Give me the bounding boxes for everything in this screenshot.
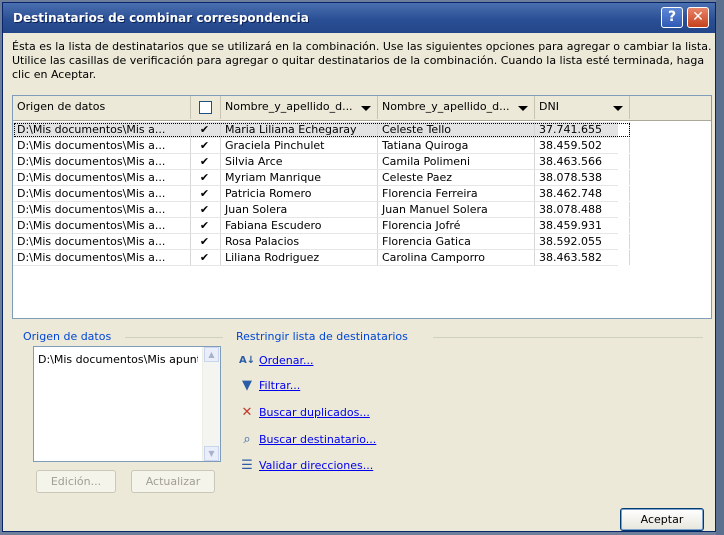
help-button[interactable]: ? <box>661 7 683 28</box>
row-checkbox[interactable]: ✔ <box>199 220 210 231</box>
cell-nombre-1: Juan Solera <box>221 202 378 217</box>
cell-nombre-1: Graciela Pinchulet <box>221 138 378 153</box>
cell-dni: 38.078.538 <box>535 170 630 185</box>
cell-nombre-2: Florencia Jofré <box>378 218 535 233</box>
edit-button[interactable]: Edición... <box>36 470 116 493</box>
sort-az-icon: A↓ <box>239 355 256 366</box>
ok-button[interactable]: Aceptar <box>620 508 704 531</box>
cell-origen: D:\Mis documentos\Mis a... <box>13 138 191 153</box>
dialog-window: Destinatarios de combinar correspondenci… <box>2 2 716 532</box>
row-checkbox[interactable]: ✔ <box>199 156 210 167</box>
filter-link[interactable]: Filtrar... <box>259 379 300 392</box>
table-row[interactable]: D:\Mis documentos\Mis a... Maria Liliana … <box>13 122 630 138</box>
cell-nombre-1: Fabiana Escudero <box>221 218 378 233</box>
cell-nombre-2: Juan Manuel Solera <box>378 202 535 217</box>
cell-nombre-1: Liliana Rodriguez <box>221 250 378 265</box>
close-button[interactable]: ✕ <box>687 7 709 28</box>
cell-dni: 38.459.931 <box>535 218 630 233</box>
row-checkbox[interactable]: ✔ <box>199 140 210 151</box>
table-row[interactable]: D:\Mis documentos\Mis a... Fabiana Escude… <box>13 218 630 234</box>
row-checkbox[interactable]: ✔ <box>199 172 210 183</box>
cell-nombre-2: Florencia Gatica <box>378 234 535 249</box>
origen-section-divider <box>125 337 223 338</box>
column-header-dni[interactable]: DNI <box>535 96 630 119</box>
table-row[interactable]: D:\Mis documentos\Mis a... Patricia Romer… <box>13 186 630 202</box>
cell-nombre-2: Celeste Tello <box>378 122 535 137</box>
instructions-text: Ésta es la lista de destinatarios que se… <box>12 40 712 81</box>
table-row[interactable]: D:\Mis documentos\Mis a... Myriam Manriqu… <box>13 170 630 186</box>
table-header: Origen de datos Nombre_y_apellido_d... N… <box>13 96 711 121</box>
data-source-item[interactable]: D:\Mis documentos\Mis apunte <box>38 353 198 366</box>
cell-origen: D:\Mis documentos\Mis a... <box>13 218 191 233</box>
sort-link[interactable]: Ordenar... <box>259 354 313 367</box>
row-checkbox[interactable]: ✔ <box>199 236 210 247</box>
validate-addresses-icon: ☰ <box>241 458 253 473</box>
cell-dni: 38.078.488 <box>535 202 630 217</box>
cell-nombre-1: Silvia Arce <box>221 154 378 169</box>
column-header-nombre-1[interactable]: Nombre_y_apellido_d... <box>221 96 378 119</box>
title-bar[interactable]: Destinatarios de combinar correspondenci… <box>3 3 715 33</box>
row-checkbox[interactable]: ✔ <box>199 188 210 199</box>
table-row[interactable]: D:\Mis documentos\Mis a... Graciela Pinch… <box>13 138 630 154</box>
column-header-check[interactable] <box>191 96 221 119</box>
cell-dni: 38.463.582 <box>535 250 630 265</box>
cell-origen: D:\Mis documentos\Mis a... <box>13 202 191 217</box>
cell-nombre-1: Rosa Palacios <box>221 234 378 249</box>
find-recipient-icon: ⌕ <box>243 432 251 447</box>
cell-origen: D:\Mis documentos\Mis a... <box>13 170 191 185</box>
cell-origen: D:\Mis documentos\Mis a... <box>13 154 191 169</box>
table-row[interactable]: D:\Mis documentos\Mis a... Juan Solera Jua… <box>13 202 630 218</box>
cell-origen: D:\Mis documentos\Mis a... <box>13 234 191 249</box>
column-header-origen[interactable]: Origen de datos <box>13 96 191 119</box>
find-recipient-link[interactable]: Buscar destinatario... <box>259 433 376 446</box>
cell-dni: 38.592.055 <box>535 234 630 249</box>
row-checkbox[interactable]: ✔ <box>199 124 210 135</box>
row-checkbox[interactable]: ✔ <box>199 204 210 215</box>
validate-addresses-link[interactable]: Validar direcciones... <box>259 459 373 472</box>
recipients-table[interactable]: Origen de datos Nombre_y_apellido_d... N… <box>12 95 712 319</box>
scroll-up-icon[interactable]: ▲ <box>204 347 219 362</box>
dropdown-arrow-icon[interactable] <box>613 106 623 111</box>
find-duplicates-link[interactable]: Buscar duplicados... <box>259 406 370 419</box>
dialog-title: Destinatarios de combinar correspondenci… <box>13 11 309 25</box>
cell-nombre-2: Florencia Ferreira <box>378 186 535 201</box>
cell-origen: D:\Mis documentos\Mis a... <box>13 186 191 201</box>
scroll-down-icon[interactable]: ▼ <box>204 446 219 461</box>
cell-origen: D:\Mis documentos\Mis a... <box>13 122 191 137</box>
cell-dni: 38.463.566 <box>535 154 630 169</box>
cell-nombre-1: Maria Liliana Echegaray <box>221 122 378 137</box>
cell-nombre-2: Camila Polimeni <box>378 154 535 169</box>
table-row[interactable]: D:\Mis documentos\Mis a... Rosa Palacios F… <box>13 234 630 250</box>
cell-dni: 37.741.655 <box>535 122 630 137</box>
table-row[interactable]: D:\Mis documentos\Mis a... Liliana Rodrig… <box>13 250 630 266</box>
data-source-list[interactable]: D:\Mis documentos\Mis apunte ▲ ▼ <box>33 346 221 462</box>
refresh-button[interactable]: Actualizar <box>131 470 215 493</box>
restrict-section-divider <box>433 337 703 338</box>
cell-dni: 38.462.748 <box>535 186 630 201</box>
table-row[interactable]: D:\Mis documentos\Mis a... Silvia Arce Cam… <box>13 154 630 170</box>
dropdown-arrow-icon[interactable] <box>361 106 371 111</box>
cell-nombre-2: Celeste Paez <box>378 170 535 185</box>
filter-icon: ▼ <box>242 378 252 393</box>
origen-section-label: Origen de datos <box>23 330 116 343</box>
cell-nombre-1: Patricia Romero <box>221 186 378 201</box>
row-checkbox[interactable]: ✔ <box>199 252 210 263</box>
background-window-edge <box>716 0 724 535</box>
cell-nombre-2: Carolina Camporro <box>378 250 535 265</box>
select-all-checkbox[interactable] <box>199 101 212 114</box>
column-header-nombre-2[interactable]: Nombre_y_apellido_d... <box>378 96 535 119</box>
cell-nombre-1: Myriam Manrique <box>221 170 378 185</box>
restrict-section-label: Restringir lista de destinatarios <box>236 330 412 343</box>
dropdown-arrow-icon[interactable] <box>518 106 528 111</box>
cell-dni: 38.459.502 <box>535 138 630 153</box>
cell-origen: D:\Mis documentos\Mis a... <box>13 250 191 265</box>
find-duplicates-icon: ✕ <box>241 405 253 420</box>
cell-nombre-2: Tatiana Quiroga <box>378 138 535 153</box>
list-scrollbar[interactable]: ▲ ▼ <box>202 347 220 461</box>
